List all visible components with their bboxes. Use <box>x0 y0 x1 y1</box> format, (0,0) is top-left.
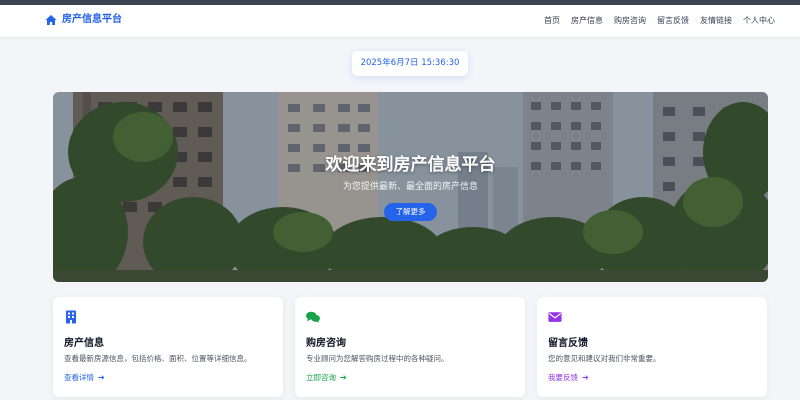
card-link-label: 我要反馈 <box>548 373 578 382</box>
nav-menu: 首页 房产信息 购房咨询 留言反馈 友情链接 个人中心 <box>544 15 775 27</box>
brand-name: 房产信息平台 <box>62 14 122 25</box>
card-description: 查看最新房源信息，包括价格、面积、位置等详细信息。 <box>64 354 252 363</box>
arrow-right-icon: ➔ <box>340 373 347 382</box>
arrow-right-icon: ➔ <box>582 373 589 382</box>
hero-subtitle: 为您提供最新、最全面的房产信息 <box>342 182 478 192</box>
nav-link-feedback[interactable]: 留言反馈 <box>657 15 689 27</box>
datetime-display: 2025年6月7日 15:36:30 <box>352 51 468 76</box>
card-link-label: 查看详情 <box>64 373 94 382</box>
home-icon <box>45 15 57 25</box>
consult-now-link[interactable]: 立即咨询 ➔ <box>306 372 347 383</box>
chat-icon <box>306 311 320 323</box>
nav-link-friend-links[interactable]: 友情链接 <box>700 15 732 27</box>
hero-banner: 欢迎来到房产信息平台 为您提供最新、最全面的房产信息 了解更多 <box>53 92 768 282</box>
card-title: 购房咨询 <box>306 338 346 349</box>
nav-link-purchase-consult[interactable]: 购房咨询 <box>614 15 646 27</box>
card-link-label: 立即咨询 <box>306 373 336 382</box>
nav-link-property-info[interactable]: 房产信息 <box>571 15 603 27</box>
nav-link-home[interactable]: 首页 <box>544 15 560 27</box>
card-purchase-consult: 购房咨询 专业顾问为您解答购房过程中的各种疑问。 立即咨询 ➔ <box>295 297 525 397</box>
building-icon <box>66 310 76 324</box>
envelope-icon <box>548 312 562 322</box>
nav-link-user-center[interactable]: 个人中心 <box>743 15 775 27</box>
navbar: 房产信息平台 首页 房产信息 购房咨询 留言反馈 友情链接 个人中心 <box>0 5 800 37</box>
hero-title: 欢迎来到房产信息平台 <box>325 155 496 175</box>
card-description: 您的意见和建议对我们非常重要。 <box>548 354 661 363</box>
brand-logo[interactable]: 房产信息平台 <box>45 13 122 27</box>
card-title: 留言反馈 <box>548 338 588 349</box>
learn-more-button[interactable]: 了解更多 <box>384 203 437 221</box>
card-property-info: 房产信息 查看最新房源信息，包括价格、面积、位置等详细信息。 查看详情 ➔ <box>53 297 283 397</box>
card-description: 专业顾问为您解答购房过程中的各种疑问。 <box>306 354 449 363</box>
card-feedback: 留言反馈 您的意见和建议对我们非常重要。 我要反馈 ➔ <box>537 297 767 397</box>
view-details-link[interactable]: 查看详情 ➔ <box>64 372 105 383</box>
card-title: 房产信息 <box>64 338 104 349</box>
give-feedback-link[interactable]: 我要反馈 ➔ <box>548 372 589 383</box>
arrow-right-icon: ➔ <box>98 373 105 382</box>
